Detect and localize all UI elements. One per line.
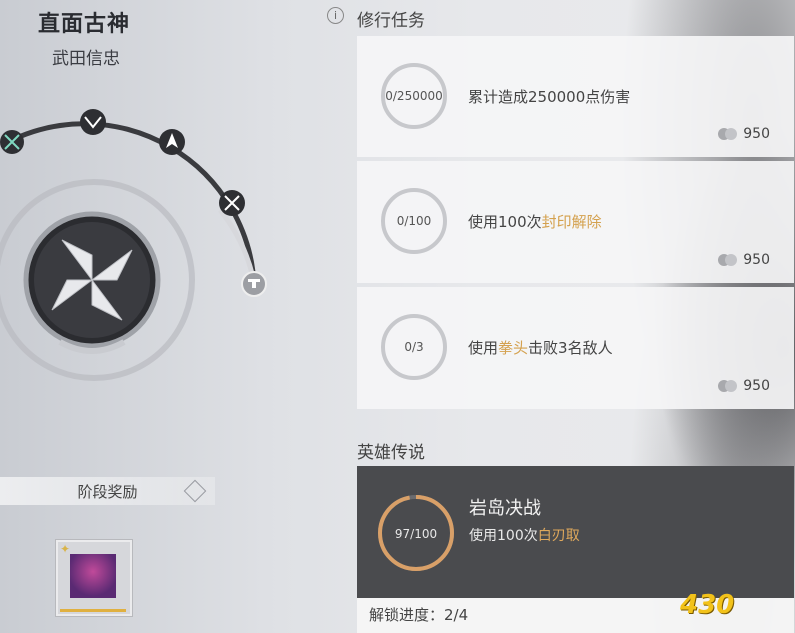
coin-icon: [718, 254, 738, 266]
legend-section-title: 英雄传说: [357, 443, 425, 463]
coin-icon: [718, 128, 738, 140]
coin-icon: [718, 380, 738, 392]
info-icon[interactable]: i: [327, 7, 344, 24]
page-title: 直面古神: [38, 12, 131, 37]
skill-node-3-icon[interactable]: [159, 129, 185, 155]
task-reward: 950: [718, 252, 770, 268]
watermark-logo: 430: [680, 590, 735, 620]
armor-helmet-icon: [70, 554, 116, 598]
tasks-section-title: 修行任务: [357, 11, 425, 31]
locked-node-icon[interactable]: [241, 271, 267, 297]
stage-reward-bar: 阶段奖励: [0, 477, 215, 505]
rarity-bar: [60, 609, 126, 612]
skill-node-4-icon[interactable]: [219, 190, 245, 216]
skill-node-1-icon[interactable]: [0, 130, 24, 154]
legend-card[interactable]: 97/100 岩岛决战 使用100次白刃取: [357, 466, 794, 598]
task-reward: 950: [718, 126, 770, 142]
character-name: 武田信忠: [52, 49, 120, 69]
task-description: 使用拳头击败3名敌人: [468, 339, 613, 357]
stage-reward-label: 阶段奖励: [77, 482, 138, 501]
skill-emblem: [0, 109, 267, 381]
legend-progress-ring: 97/100: [378, 495, 454, 571]
diamond-icon: [183, 479, 207, 503]
task-progress-ring: 0/250000: [381, 63, 447, 129]
task-reward: 950: [718, 378, 770, 394]
task-card[interactable]: 0/250000 累计造成250000点伤害 950: [357, 36, 794, 157]
task-description: 使用100次封印解除: [468, 213, 602, 231]
sparkle-icon: ✦: [60, 542, 71, 556]
legend-name: 岩岛决战: [469, 498, 541, 519]
task-card[interactable]: 0/100 使用100次封印解除 950: [357, 161, 794, 283]
skill-node-2-icon[interactable]: [80, 109, 106, 135]
task-progress-ring: 0/3: [381, 314, 447, 380]
reward-item-slot[interactable]: ✦: [56, 540, 132, 616]
task-card[interactable]: 0/3 使用拳头击败3名敌人 950: [357, 287, 794, 409]
task-progress-ring: 0/100: [381, 188, 447, 254]
legend-description: 使用100次白刃取: [469, 528, 580, 544]
legend-progress-text: 97/100: [395, 527, 437, 541]
task-description: 累计造成250000点伤害: [468, 88, 631, 106]
